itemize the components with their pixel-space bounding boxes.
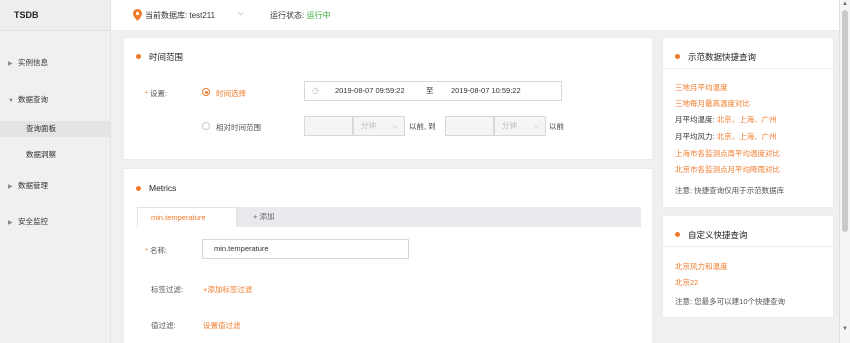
demo-quick-query-card: 示范数据快捷查询 三地月平均温度 三地每月最高温度对比 月平均温度: 北京、上海… bbox=[662, 37, 834, 208]
section-dot-icon bbox=[675, 232, 680, 237]
radio-relative-range[interactable] bbox=[202, 122, 210, 130]
run-state-label: 运行状态: bbox=[270, 11, 305, 20]
sidebar-item-data-management[interactable]: ▶ 数据管理 bbox=[0, 178, 111, 194]
monthly-avg-wind-row: 月平均风力: 北京、上海、广州 bbox=[675, 132, 777, 141]
sidebar-item-data-insight[interactable]: 数据洞察 bbox=[0, 147, 111, 163]
metrics-card: Metrics min.temperature + 添加 * 名称: min.t… bbox=[123, 168, 653, 343]
chevron-right-icon: ▶ bbox=[8, 184, 13, 190]
app-logo: TSDB bbox=[0, 0, 110, 31]
demo-query-link[interactable]: 北京市各监测点月平均降雨对比 bbox=[675, 164, 780, 175]
radio-relative-range-label[interactable]: 相对时间范围 bbox=[216, 122, 261, 133]
divider bbox=[663, 68, 833, 69]
set-value-filter-link[interactable]: 设置值过滤 bbox=[203, 320, 241, 331]
range-separator: 至 bbox=[426, 86, 434, 95]
section-dot-icon bbox=[136, 186, 141, 191]
custom-query-link[interactable]: 北京22 bbox=[675, 277, 698, 288]
custom-note: 注意: 您最多可以建10个快捷查询 bbox=[675, 297, 786, 306]
scroll-down-icon[interactable]: ▼ bbox=[842, 326, 848, 332]
add-tag-filter-link[interactable]: +添加标签过滤 bbox=[203, 284, 252, 295]
date-range-picker[interactable]: ◷ 2019-08-07 09:59:22 至 2019-08-07 10:59… bbox=[304, 81, 562, 101]
chevron-down-icon[interactable]: ⌵ bbox=[238, 10, 243, 18]
sidebar-item-label: 数据管理 bbox=[18, 181, 48, 190]
unit-placeholder: 分钟 bbox=[361, 121, 376, 130]
section-dot-icon bbox=[675, 54, 680, 59]
sidebar-item-label: 数据查询 bbox=[18, 95, 48, 104]
time-range-title: 时间范围 bbox=[149, 52, 184, 62]
chevron-right-icon: ▶ bbox=[8, 220, 13, 226]
before-to-text: 以前, 到 bbox=[409, 122, 436, 131]
chevron-down-icon: ⌵ bbox=[392, 121, 398, 130]
value-filter-label: 值过滤: bbox=[151, 321, 176, 330]
divider bbox=[663, 246, 833, 247]
sidebar-item-security-monitor[interactable]: ▶ 安全监控 bbox=[0, 214, 111, 230]
tag-filter-label: 标签过滤: bbox=[151, 285, 184, 294]
tab-min-temperature[interactable]: min.temperature bbox=[137, 207, 237, 227]
radio-time-select[interactable] bbox=[202, 88, 210, 96]
chevron-right-icon: ▶ bbox=[8, 61, 13, 67]
custom-quick-query-title: 自定义快捷查询 bbox=[688, 230, 748, 240]
monthly-avg-wind-cities-link[interactable]: 北京、上海、广州 bbox=[717, 132, 777, 141]
sidebar-item-label: 安全监控 bbox=[18, 217, 48, 226]
monthly-avg-temp-row: 月平均温度: 北京、上海、广州 bbox=[675, 115, 777, 124]
add-metric-tab[interactable]: + 添加 bbox=[253, 207, 274, 227]
section-dot-icon bbox=[136, 54, 141, 59]
sidebar-item-data-query[interactable]: ▼ 数据查询 bbox=[0, 92, 111, 108]
current-database-selector[interactable]: 当前数据库: test211 bbox=[145, 10, 215, 21]
metrics-tab-bar: min.temperature + 添加 bbox=[137, 207, 641, 227]
run-state: 运行状态: 运行中 bbox=[270, 10, 330, 21]
scroll-up-icon[interactable]: ▲ bbox=[842, 1, 848, 7]
before-text: 以前 bbox=[549, 122, 564, 131]
start-time[interactable]: 2019-08-07 09:59:22 bbox=[335, 82, 405, 100]
custom-quick-query-card: 自定义快捷查询 北京风力和温度 北京22 注意: 您最多可以建10个快捷查询 bbox=[662, 215, 834, 318]
demo-quick-query-title: 示范数据快捷查询 bbox=[688, 52, 757, 62]
radio-time-select-label[interactable]: 时间选择 bbox=[216, 88, 246, 99]
chevron-down-icon: ▼ bbox=[8, 98, 14, 104]
name-label: * 名称: bbox=[145, 246, 168, 255]
metrics-title: Metrics bbox=[149, 183, 177, 193]
clock-icon: ◷ bbox=[312, 86, 319, 95]
relative-start-unit-select[interactable]: 分钟 ⌵ bbox=[353, 116, 405, 136]
demo-query-link[interactable]: 三地月平均温度 bbox=[675, 82, 728, 93]
end-time[interactable]: 2019-08-07 10:59:22 bbox=[451, 82, 521, 100]
sidebar: TSDB ▶ 实例信息 ▼ 数据查询 查询面板 数据洞察 ▶ 数据管理 ▶ 安全监控 bbox=[0, 0, 111, 343]
demo-query-link[interactable]: 三地每月最高温度对比 bbox=[675, 98, 750, 109]
scrollbar-thumb[interactable] bbox=[842, 10, 848, 232]
unit-placeholder: 分钟 bbox=[502, 121, 517, 130]
page-scrollbar[interactable]: ▲ ▼ bbox=[839, 0, 850, 343]
metric-name-input[interactable]: min.temperature bbox=[202, 239, 409, 259]
sidebar-item-instance-info[interactable]: ▶ 实例信息 bbox=[0, 55, 111, 71]
monthly-avg-temp-cities-link[interactable]: 北京、上海、广州 bbox=[717, 115, 777, 124]
demo-note: 注意: 快捷查询仅用于示范数据库 bbox=[675, 186, 785, 195]
relative-end-input[interactable] bbox=[445, 116, 494, 136]
sidebar-item-label: 实例信息 bbox=[18, 58, 48, 67]
location-pin-icon bbox=[133, 9, 142, 21]
time-range-card: 时间范围 * 设置: 时间选择 ◷ 2019-08-07 09:59:22 至 … bbox=[123, 37, 653, 160]
demo-query-link[interactable]: 上海市各监测点周平均温度对比 bbox=[675, 148, 780, 159]
chevron-down-icon: ⌵ bbox=[533, 121, 539, 130]
relative-start-input[interactable] bbox=[304, 116, 353, 136]
sidebar-item-query-panel[interactable]: 查询面板 bbox=[0, 121, 111, 137]
run-state-value: 运行中 bbox=[306, 11, 331, 20]
top-bar: 当前数据库: test211 ⌵ 运行状态: 运行中 bbox=[111, 0, 839, 31]
setting-label: * 设置: bbox=[145, 89, 168, 98]
custom-query-link[interactable]: 北京风力和温度 bbox=[675, 261, 728, 272]
relative-end-unit-select[interactable]: 分钟 ⌵ bbox=[494, 116, 546, 136]
